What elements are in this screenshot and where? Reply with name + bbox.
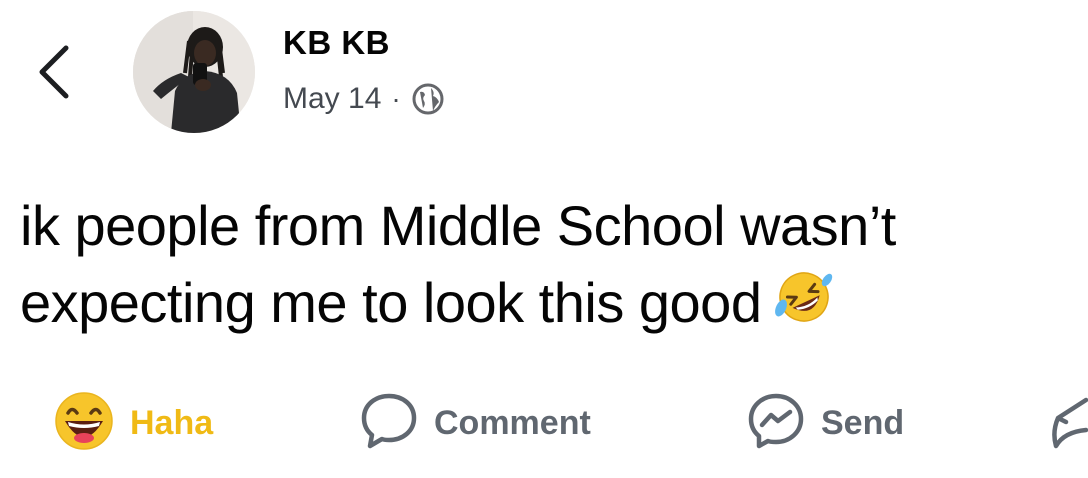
post-actions: Haha Comment Send [0, 388, 1088, 458]
post-text-line-1: ik people from Middle School wasn’t [20, 194, 896, 257]
haha-emoji-icon [52, 389, 116, 458]
send-button[interactable]: Send [745, 388, 904, 458]
post-text: ik people from Middle School wasn’t expe… [20, 188, 1070, 341]
haha-reaction-button[interactable]: Haha [52, 388, 213, 458]
send-label: Send [821, 403, 905, 442]
post-text-line-2: expecting me to look this good [20, 271, 762, 334]
rolling-on-floor-laughing-emoji-icon [771, 264, 837, 330]
post-meta: May 14 · [283, 82, 445, 116]
meta-separator: · [391, 83, 401, 114]
post-date[interactable]: May 14 [283, 82, 381, 116]
chevron-left-icon [39, 45, 69, 99]
share-button[interactable] [1050, 388, 1088, 458]
profile-photo [133, 11, 255, 133]
comment-label: Comment [434, 403, 591, 442]
author-name[interactable]: KB KB [283, 24, 390, 62]
avatar[interactable] [133, 11, 255, 133]
comment-button[interactable]: Comment [358, 388, 591, 458]
share-icon [1050, 390, 1088, 457]
globe-icon [411, 82, 445, 116]
haha-label: Haha [130, 403, 214, 442]
back-button[interactable] [30, 40, 78, 104]
messenger-icon [745, 390, 807, 457]
comment-bubble-icon [358, 390, 420, 457]
